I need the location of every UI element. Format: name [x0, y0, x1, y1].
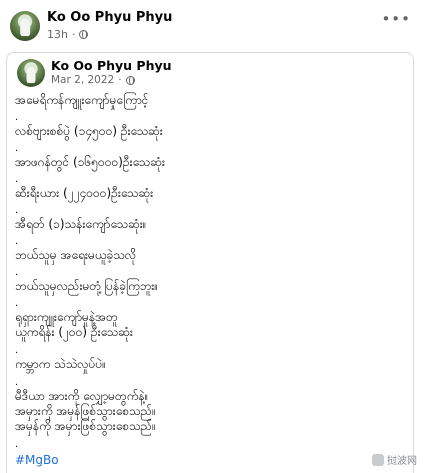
post-meta: 13h ·	[47, 28, 89, 41]
post-line: ယူကရိန်း (၂၀၀) ဦးသေဆုံး	[15, 325, 133, 339]
shared-post-date[interactable]: Mar 2, 2022	[51, 74, 114, 86]
globe-icon	[125, 75, 135, 85]
post-line: အမှားကို အမှန်ဖြစ်သွားစေသည်။	[15, 404, 156, 418]
globe-icon	[79, 30, 89, 39]
author-name[interactable]: Ko Oo Phyu Phyu	[47, 10, 172, 25]
post-line: ကမ္ဘာက သဲသဲလှုပ်ပဲ။	[15, 357, 106, 371]
post-line: ဘယ်သူမှ အရေးမယူခဲ့သလို	[15, 248, 137, 262]
avatar[interactable]	[10, 11, 40, 41]
watermark-logo-icon	[372, 453, 384, 466]
shared-avatar[interactable]	[17, 59, 45, 87]
more-options-icon[interactable]: •••	[381, 10, 411, 28]
post-dot: .	[15, 298, 19, 309]
post-line: အီရတ် (၁)သန်းကျော်သေဆုံး။	[15, 217, 147, 231]
post-line: အမေရိကန်ကျူးကျော်မှုကြောင့်	[15, 93, 149, 107]
post-line: ဆီးရီးယား (၂၂၄၀၀၀)ဦးသေဆုံး	[15, 186, 154, 200]
watermark: 挝波网	[372, 452, 417, 467]
post-line: အမှန်ကို အမှားဖြစ်သွားစေသည်။	[15, 419, 156, 433]
post-dot: .	[15, 236, 19, 247]
watermark-text: 挝波网	[387, 456, 417, 467]
hashtag-link[interactable]: #MgBo	[15, 453, 59, 467]
shared-author-name[interactable]: Ko Oo Phyu Phyu	[51, 58, 172, 73]
post-line: ဘယ်သူမှလည်းမတုံ့ပြန်ခဲ့ကြဘူး။	[15, 279, 158, 293]
post-time[interactable]: 13h	[47, 28, 68, 41]
post-dot: .	[15, 439, 19, 450]
post-dot: .	[15, 377, 19, 388]
shared-post-card[interactable]: Ko Oo Phyu Phyu Mar 2, 2022 · အမေရိကန်ကျ…	[6, 52, 414, 473]
post-dot: .	[15, 112, 19, 123]
post-dot: .	[15, 345, 19, 356]
post-dot: .	[15, 205, 19, 216]
post-dot: .	[15, 143, 19, 154]
post-dot: .	[15, 267, 19, 278]
post-line: ရုရှားကျူးကျော်မှုနဲ့အတူ	[15, 310, 118, 324]
post-line: လစ်ဗျားစစ်ပွဲ (၁၄၅၀၀) ဦးသေဆုံး	[15, 124, 163, 138]
post-line: မီဒီယာ အားကို လျှော့မတွက်နဲ့။	[15, 389, 149, 403]
shared-post-meta: Mar 2, 2022 ·	[51, 74, 135, 86]
post-line: အာဖဂန်တွင် (၁၆၅၀၀၀)ဦးသေဆုံး	[15, 155, 165, 169]
post-header: Ko Oo Phyu Phyu 13h · •••	[0, 0, 423, 44]
post-dot: .	[15, 174, 19, 185]
